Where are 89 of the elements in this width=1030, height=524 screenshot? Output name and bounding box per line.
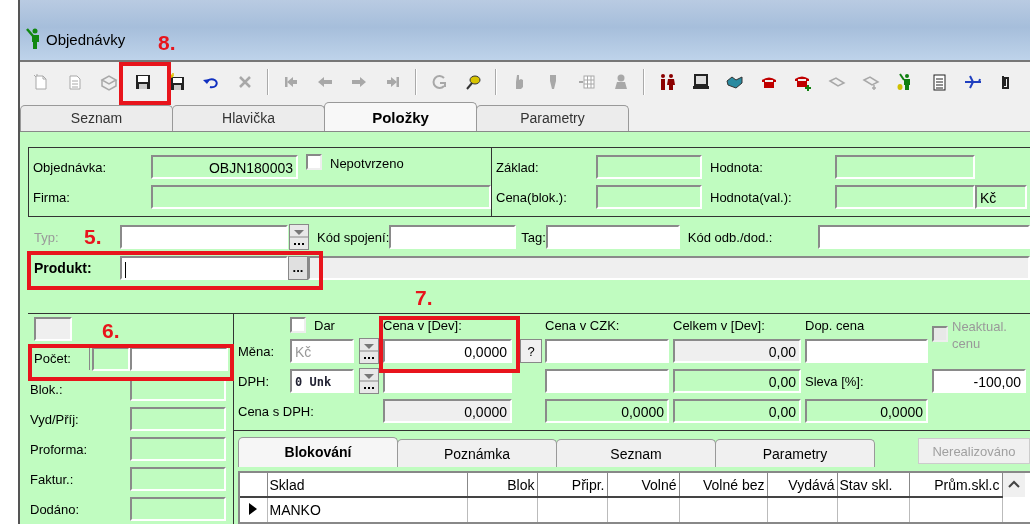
table-cell: MANKO: [267, 497, 467, 522]
scroll-up-icon[interactable]: [1002, 473, 1025, 497]
save-icon[interactable]: [168, 73, 186, 91]
tab[interactable]: Blokování: [238, 437, 398, 467]
readonly-field: OBJN180003: [151, 155, 298, 179]
text-field[interactable]: [545, 369, 669, 393]
pin-icon[interactable]: [464, 73, 482, 91]
column-header[interactable]: Prům.skl.c: [909, 473, 1002, 497]
tab[interactable]: Hlavička: [172, 105, 325, 131]
browse-button[interactable]: ...: [288, 256, 308, 280]
field-label: Hodnota(val.):: [710, 189, 793, 205]
column-header[interactable]: Blok: [467, 473, 537, 497]
field-label: Měna:: [238, 343, 276, 359]
field-label: Vyd/Příj:: [30, 411, 80, 427]
readonly-field: 0,0000: [545, 399, 669, 423]
readonly-field: 0,0000: [805, 399, 928, 423]
highlight-frame: [119, 62, 171, 105]
field-label: Počet:: [34, 348, 90, 370]
column-header[interactable]: Sklad: [267, 473, 467, 497]
field-label: Neaktual. cenu: [952, 318, 1008, 352]
tab[interactable]: Parametry: [476, 105, 629, 131]
field-label: Dodáno:: [30, 501, 81, 517]
field-label: Celkem v [Dev]:: [673, 317, 766, 333]
computer-icon[interactable]: [692, 73, 710, 91]
field-label: Firma:: [33, 189, 71, 205]
field-label: DPH:: [238, 373, 271, 389]
readonly-field: 0,00: [673, 399, 801, 423]
window-title: Objednávky: [46, 30, 126, 48]
discount-field[interactable]: -100,00: [932, 369, 1026, 393]
readonly-field: 0,0000: [383, 399, 512, 423]
field-label: Cena v CZK:: [545, 317, 621, 333]
tab[interactable]: Položky: [324, 102, 477, 131]
field-label: Nepotvrzeno: [330, 155, 404, 171]
text-field[interactable]: [545, 339, 669, 363]
readonly-field: [34, 317, 72, 341]
people-icon[interactable]: [658, 73, 676, 91]
field-label: Objednávka:: [33, 159, 107, 175]
step-number: 8.: [158, 31, 176, 55]
dropdown-icon[interactable]: [359, 338, 379, 364]
quantity-field[interactable]: [130, 347, 228, 371]
column-header[interactable]: Připr.: [537, 473, 607, 497]
readonly-field: 0,00: [673, 369, 801, 393]
text-field[interactable]: [817, 225, 1030, 249]
field-label: Cena(blok.):: [496, 189, 568, 205]
tab[interactable]: Seznam: [556, 439, 716, 467]
dropdown-icon[interactable]: [359, 368, 379, 394]
column-header[interactable]: Vydává: [767, 473, 837, 497]
step-number: 7.: [415, 286, 433, 310]
help-button[interactable]: ?: [520, 339, 542, 363]
column-header[interactable]: Volné bez: [679, 473, 767, 497]
text-field[interactable]: [545, 225, 680, 249]
text-field[interactable]: [805, 339, 928, 363]
tab[interactable]: Parametry: [715, 439, 875, 467]
field-label: Dop. cena: [805, 317, 866, 333]
step-number: 6.: [102, 319, 120, 343]
field-label: Produkt:: [34, 260, 92, 276]
checkbox[interactable]: [306, 154, 322, 170]
field-label: Sleva [%]:: [805, 373, 865, 389]
save-icon[interactable]: [134, 73, 152, 91]
field-label: Kód odb./dod.:: [687, 229, 774, 245]
text-field[interactable]: 0,0000: [383, 339, 512, 363]
field-label: Tag:: [521, 229, 546, 245]
field-label: Kód spojení:: [317, 229, 390, 245]
field-label: Cena v [Dev]:: [383, 317, 463, 333]
document-icon[interactable]: [930, 73, 948, 91]
readonly-field: Kč: [975, 185, 1027, 209]
airplane-icon[interactable]: [964, 73, 982, 91]
readonly-field: 0,00: [673, 339, 801, 363]
field-label: Faktur.:: [30, 471, 75, 487]
field-label: Základ:: [496, 159, 540, 175]
person-icon: [24, 28, 42, 50]
field-label: Cena s DPH:: [238, 403, 315, 419]
field-label: Hodnota:: [710, 159, 764, 175]
dropdown-icon[interactable]: [289, 224, 309, 250]
field-label: Blok.:: [30, 381, 64, 397]
field-label: Proforma:: [30, 441, 89, 457]
checkbox[interactable]: [290, 317, 306, 333]
readonly-field: [92, 347, 130, 371]
field-label: Typ:: [34, 229, 59, 245]
text-field[interactable]: [389, 225, 517, 249]
vat-field[interactable]: 0 Unk: [290, 369, 354, 393]
text-field[interactable]: [120, 225, 288, 249]
column-header[interactable]: Stav skl.: [837, 473, 909, 497]
field-label: Dar: [314, 317, 335, 333]
step-number: 5.: [84, 225, 102, 249]
tab[interactable]: Seznam: [20, 105, 173, 131]
product-field[interactable]: [120, 256, 288, 280]
tab[interactable]: Poznámka: [397, 439, 557, 467]
column-header[interactable]: Volné: [607, 473, 679, 497]
